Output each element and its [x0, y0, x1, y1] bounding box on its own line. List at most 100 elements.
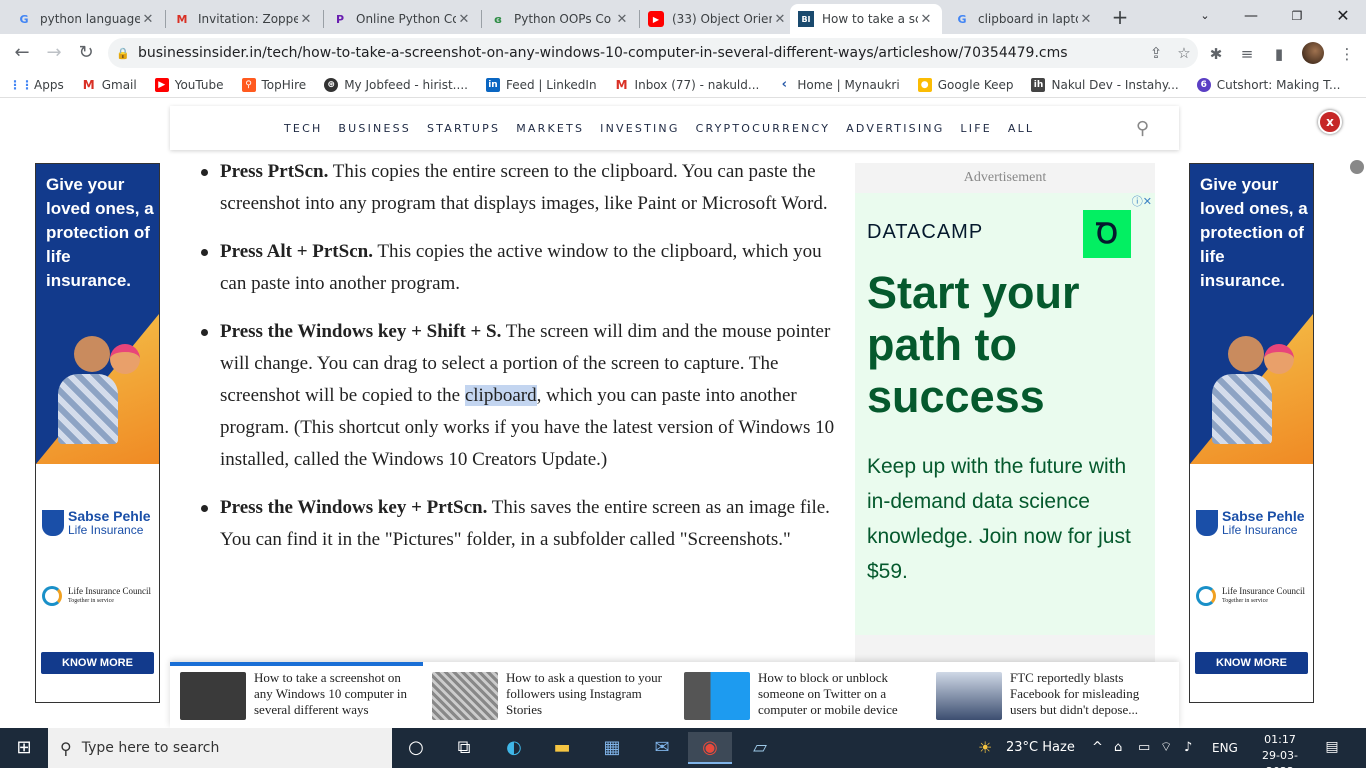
- related-card[interactable]: FTC reportedly blasts Facebook for misle…: [926, 670, 1166, 724]
- bookmark-keep[interactable]: ● Google Keep: [917, 77, 1013, 92]
- bookmark-linkedin[interactable]: in Feed | LinkedIn: [485, 77, 597, 92]
- language-indicator[interactable]: ENG: [1212, 728, 1238, 768]
- nav-item-startups[interactable]: STARTUPS: [427, 122, 500, 135]
- profile-avatar[interactable]: [1302, 42, 1324, 64]
- windows-start-icon[interactable]: ⊞: [0, 728, 48, 768]
- nav-item-tech[interactable]: TECH: [284, 122, 322, 135]
- close-ad-button[interactable]: x: [1318, 110, 1342, 134]
- adchoices-icon[interactable]: ⓘ✕: [1132, 193, 1152, 209]
- council-tagline: Together in service: [68, 598, 114, 604]
- selected-text-highlight[interactable]: clipboard: [464, 385, 537, 406]
- know-more-button[interactable]: KNOW MORE: [41, 652, 154, 674]
- back-button[interactable]: ←: [8, 39, 36, 67]
- tab-search-chevron-icon[interactable]: ⌄: [1182, 0, 1228, 32]
- ad-brand-sub: Life Insurance: [68, 523, 144, 537]
- left-side-ad[interactable]: Give your loved ones, a protection of li…: [35, 163, 160, 703]
- nav-item-investing[interactable]: INVESTING: [600, 122, 679, 135]
- apps-grid-icon: ⋮⋮: [9, 77, 33, 92]
- nav-item-cryptocurrency[interactable]: CRYPTOCURRENCY: [696, 122, 831, 135]
- bookmark-star-icon[interactable]: ☆: [1170, 44, 1198, 62]
- bookmark-instahyre[interactable]: ih Nakul Dev - Instahy...: [1031, 77, 1179, 92]
- reload-button[interactable]: ↻: [72, 39, 100, 67]
- nav-item-markets[interactable]: MARKETS: [516, 122, 584, 135]
- store-icon[interactable]: ▦: [590, 732, 634, 764]
- bookmark-naukri[interactable]: ‹ Home | Mynaukri: [777, 77, 900, 92]
- minimize-button[interactable]: —: [1228, 0, 1274, 32]
- bookmark-youtube[interactable]: ▶ YouTube: [154, 77, 224, 92]
- volume-icon[interactable]: ♪: [1184, 728, 1192, 768]
- tray-chevron-icon[interactable]: ^: [1092, 728, 1103, 768]
- mail-icon[interactable]: ✉: [640, 732, 684, 764]
- restore-button[interactable]: ❐: [1274, 0, 1320, 32]
- tab-title: How to take a sc: [822, 12, 918, 26]
- forward-button[interactable]: →: [40, 39, 68, 67]
- network-icon[interactable]: ⌂: [1114, 728, 1122, 768]
- reading-list-icon[interactable]: ≡: [1236, 43, 1258, 65]
- clock-date: 29-03-2022: [1262, 749, 1298, 778]
- bookmark-inbox[interactable]: M Inbox (77) - nakuld...: [615, 78, 760, 92]
- site-nav: TECH BUSINESS STARTUPS MARKETS INVESTING…: [170, 106, 1179, 150]
- related-title[interactable]: How to block or unblock someone on Twitt…: [758, 670, 914, 720]
- file-explorer-icon[interactable]: ▬: [540, 732, 584, 764]
- weather-icon[interactable]: ☀: [978, 728, 992, 768]
- know-more-button[interactable]: KNOW MORE: [1195, 652, 1308, 674]
- datacamp-ad[interactable]: Advertisement ⓘ✕ DATACAMP Ꝺ Start your p…: [855, 163, 1155, 663]
- close-window-button[interactable]: ✕: [1320, 0, 1366, 32]
- related-title[interactable]: FTC reportedly blasts Facebook for misle…: [1010, 670, 1166, 720]
- bookmark-apps[interactable]: ⋮⋮ Apps: [9, 77, 64, 92]
- notifications-icon[interactable]: ▤: [1322, 738, 1342, 756]
- bookmark-tophire[interactable]: ⚲ TopHire: [241, 77, 306, 92]
- side-panel-icon[interactable]: ▮: [1268, 43, 1290, 65]
- menu-kebab-icon[interactable]: ⋮: [1336, 43, 1358, 65]
- url-text[interactable]: businessinsider.in/tech/how-to-take-a-sc…: [138, 45, 1142, 61]
- tab-python-language[interactable]: G python language ✕: [8, 4, 164, 34]
- taskbar-search-box[interactable]: ⚲ Type here to search: [48, 728, 392, 768]
- close-tab-icon[interactable]: ✕: [298, 12, 314, 27]
- close-tab-icon[interactable]: ✕: [456, 12, 472, 27]
- tab-youtube[interactable]: ▶ (33) Object Orien ✕: [640, 4, 796, 34]
- close-tab-icon[interactable]: ✕: [772, 12, 788, 27]
- lock-icon[interactable]: 🔒: [108, 47, 138, 60]
- tab-business-insider[interactable]: BI How to take a sc ✕: [790, 4, 942, 34]
- chrome-icon[interactable]: ◉: [688, 732, 732, 764]
- nav-item-business[interactable]: BUSINESS: [338, 122, 411, 135]
- related-title[interactable]: How to ask a question to your followers …: [506, 670, 662, 720]
- shortcut-list: Press PrtScn. This copies the entire scr…: [196, 156, 836, 556]
- bookmark-label: Feed | LinkedIn: [505, 77, 597, 92]
- tab-online-python[interactable]: P Online Python Co ✕: [324, 4, 480, 34]
- related-card[interactable]: How to ask a question to your followers …: [422, 670, 662, 724]
- right-side-ad[interactable]: Give your loved ones, a protection of li…: [1189, 163, 1314, 703]
- tab-invitation[interactable]: M Invitation: Zoppe ✕: [166, 4, 322, 34]
- wifi-icon[interactable]: ⌔: [1160, 728, 1172, 768]
- address-bar[interactable]: 🔒 businessinsider.in/tech/how-to-take-a-…: [108, 38, 1198, 68]
- share-icon[interactable]: ⇪: [1142, 44, 1170, 62]
- bookmark-cutshort[interactable]: 6 Cutshort: Making T...: [1196, 77, 1341, 92]
- related-card[interactable]: How to block or unblock someone on Twitt…: [674, 670, 914, 724]
- tab-python-oops[interactable]: ɞ Python OOPs Co ✕: [482, 4, 638, 34]
- close-tab-icon[interactable]: ✕: [918, 12, 934, 27]
- advertisement-label: Advertisement: [855, 163, 1155, 193]
- nav-item-life[interactable]: LIFE: [960, 122, 991, 135]
- notepad-icon[interactable]: ▱: [738, 732, 782, 764]
- new-tab-button[interactable]: +: [1108, 6, 1132, 30]
- cortana-icon[interactable]: ○: [394, 732, 438, 764]
- edge-icon[interactable]: ◐: [492, 732, 536, 764]
- instahyre-icon: ih: [1031, 77, 1046, 92]
- page-scrollbar[interactable]: [1350, 160, 1364, 174]
- clock[interactable]: 01:17 29-03-2022: [1256, 732, 1304, 780]
- extensions-puzzle-icon[interactable]: ✱: [1205, 43, 1227, 65]
- bookmark-gmail[interactable]: M Gmail: [82, 78, 137, 92]
- nav-item-advertising[interactable]: ADVERTISING: [846, 122, 944, 135]
- close-tab-icon[interactable]: ✕: [614, 12, 630, 27]
- bookmark-hirist[interactable]: ⊛ My Jobfeed - hirist....: [324, 77, 468, 92]
- close-tab-icon[interactable]: ✕: [1078, 12, 1094, 27]
- nav-item-all[interactable]: ALL: [1008, 122, 1034, 135]
- tab-clipboard-search[interactable]: G clipboard in lapto ✕: [946, 4, 1102, 34]
- search-icon[interactable]: ⚲: [1136, 118, 1149, 139]
- related-title[interactable]: How to take a screenshot on any Windows …: [254, 670, 410, 720]
- battery-icon[interactable]: ▭: [1138, 728, 1150, 768]
- related-card[interactable]: How to take a screenshot on any Windows …: [170, 670, 410, 724]
- task-view-icon[interactable]: ⧉: [442, 732, 486, 764]
- weather-text[interactable]: 23°C Haze: [1006, 728, 1075, 768]
- close-tab-icon[interactable]: ✕: [140, 12, 156, 27]
